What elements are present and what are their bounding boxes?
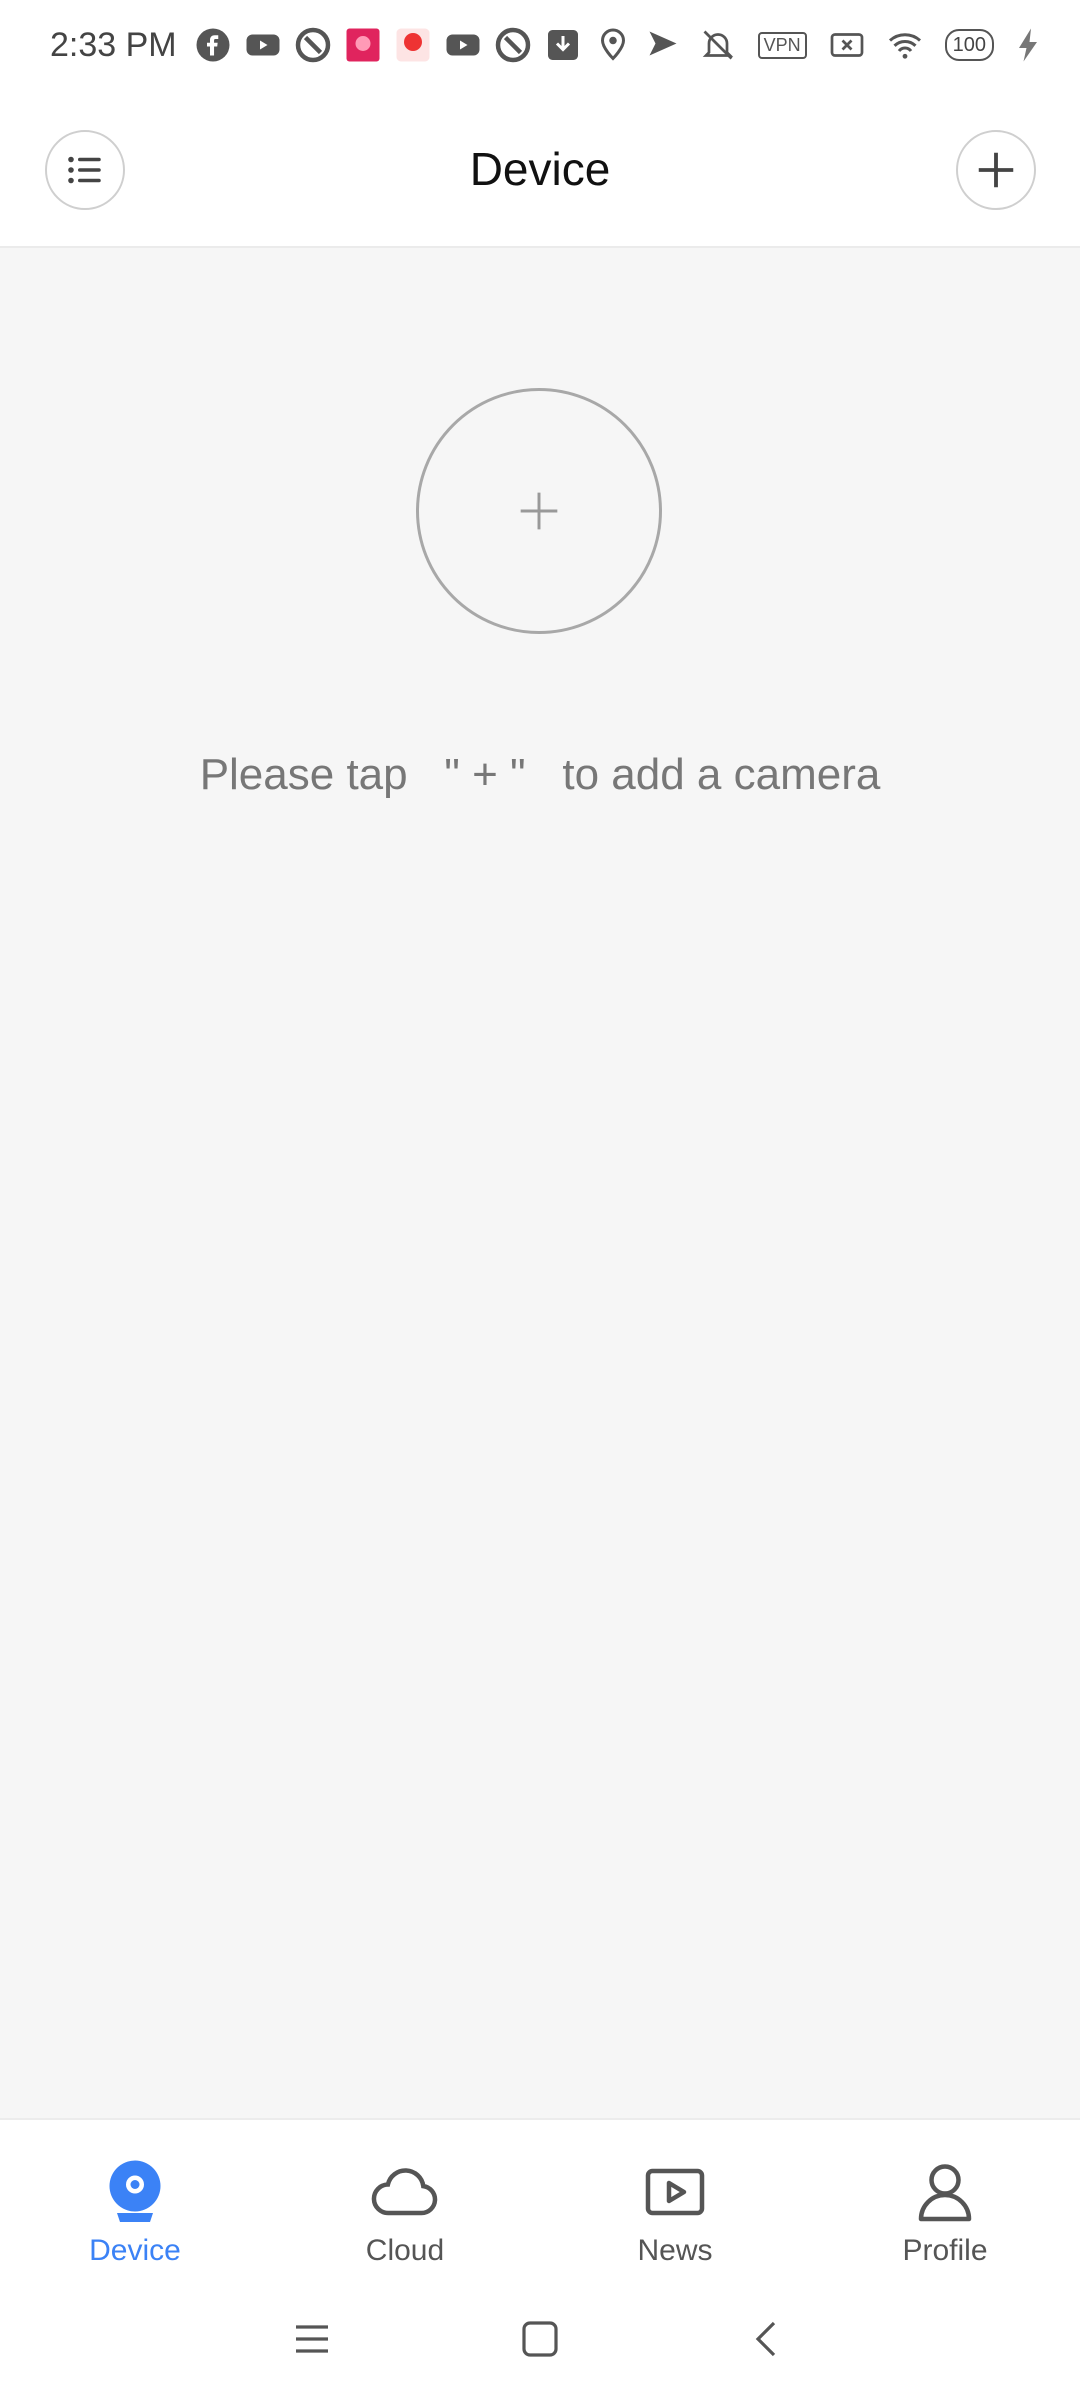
status-time: 2:33 PM <box>50 25 177 64</box>
tab-label: News <box>637 2234 713 2267</box>
back-icon[interactable] <box>744 2315 792 2363</box>
app-icon <box>495 27 531 63</box>
promo-app-icon <box>345 27 381 63</box>
download-icon <box>545 27 581 63</box>
plus-icon <box>517 489 561 533</box>
tab-device[interactable]: Device <box>0 2120 270 2278</box>
location-icon <box>595 27 631 63</box>
menu-icon[interactable] <box>288 2315 336 2363</box>
tab-profile[interactable]: Profile <box>810 2120 1080 2278</box>
plus-icon <box>973 147 1019 193</box>
tab-label: Cloud <box>365 2234 445 2267</box>
youtube-icon <box>445 27 481 63</box>
promo-app-icon <box>395 27 431 63</box>
home-icon[interactable] <box>516 2315 564 2363</box>
facebook-icon <box>195 27 231 63</box>
youtube-icon <box>245 27 281 63</box>
app-header: Device <box>0 90 1080 248</box>
add-device-button[interactable] <box>956 130 1036 210</box>
tab-news[interactable]: News <box>540 2120 810 2278</box>
sim-off-icon <box>829 27 865 63</box>
empty-state-hint: Please tap " + " to add a camera <box>199 750 881 799</box>
send-icon <box>645 27 681 63</box>
tab-cloud[interactable]: Cloud <box>270 2120 540 2278</box>
person-icon <box>909 2156 981 2228</box>
camera-icon <box>99 2156 171 2228</box>
notification-icons <box>195 27 681 63</box>
wifi-icon <box>887 27 923 63</box>
page-title: Device <box>469 143 611 195</box>
vpn-icon: VPN <box>757 31 807 59</box>
battery-icon: 100 <box>944 29 994 61</box>
charging-icon <box>1016 27 1040 63</box>
tab-label: Profile <box>902 2234 988 2267</box>
cloud-icon <box>369 2156 441 2228</box>
device-list-area: Please tap " + " to add a camera <box>0 248 1080 2118</box>
bell-off-icon <box>700 27 736 63</box>
system-nav-bar <box>0 2278 1080 2400</box>
tab-label: Device <box>89 2234 181 2267</box>
play-icon <box>639 2156 711 2228</box>
add-camera-button[interactable] <box>416 388 662 634</box>
status-bar: 2:33 PM VPN 100 <box>0 0 1080 90</box>
app-icon <box>295 27 331 63</box>
bottom-nav: Device Cloud News Profile <box>0 2118 1080 2278</box>
system-status-icons: VPN 100 <box>700 27 1040 63</box>
